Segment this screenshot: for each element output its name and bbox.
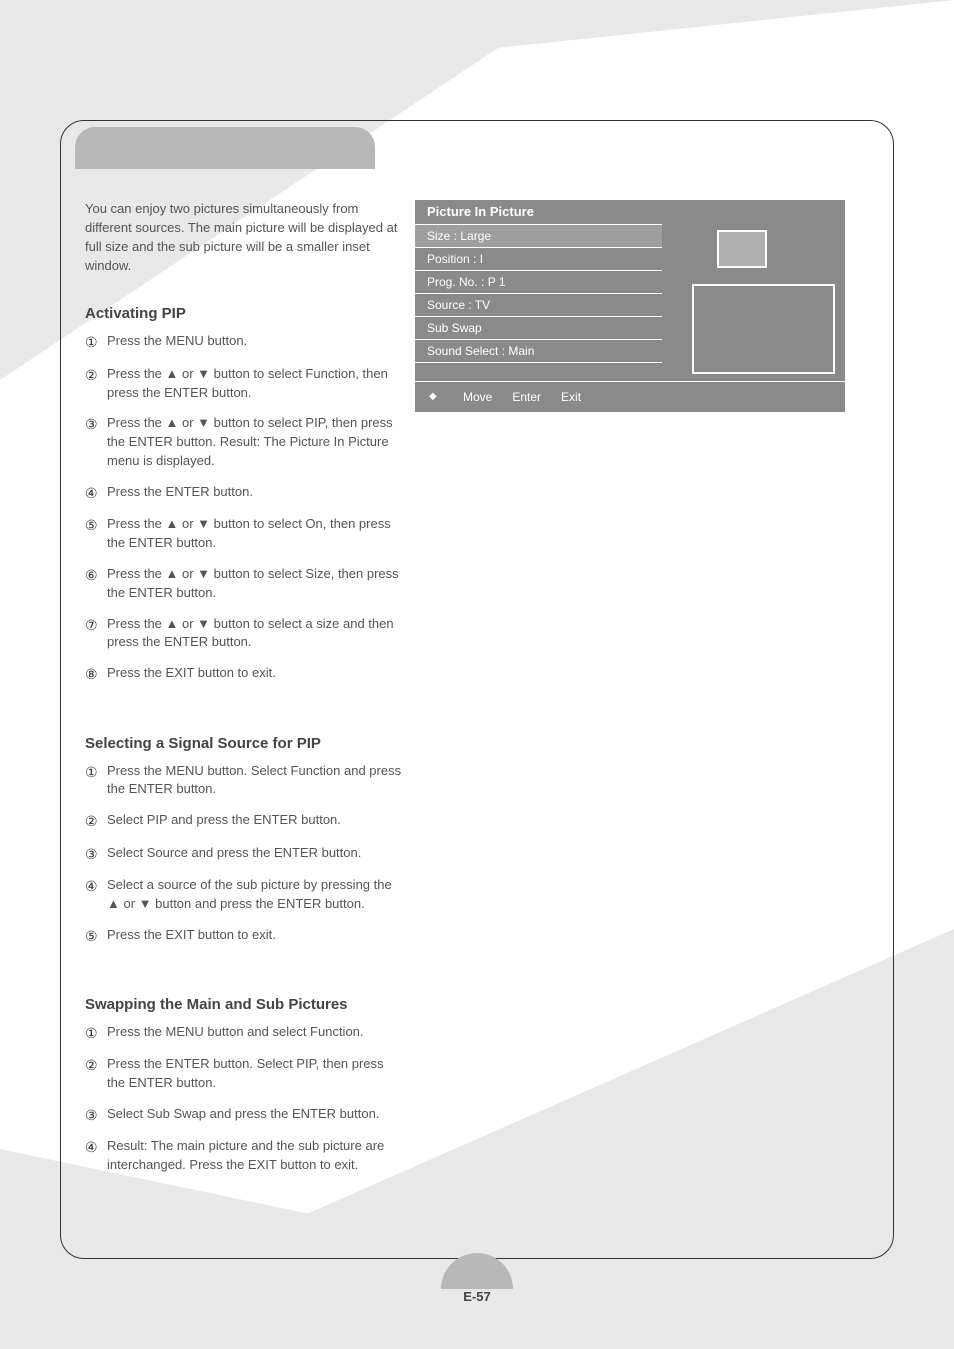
circled-3-icon: ③ bbox=[85, 414, 107, 471]
osd-row-size: Size : Large bbox=[415, 225, 662, 247]
step-item: ⑤Press the ▲ or ▼ button to select On, t… bbox=[85, 515, 405, 553]
nav-arrows-icon bbox=[425, 388, 443, 406]
circled-4-icon: ④ bbox=[85, 483, 107, 503]
footer-move: Move bbox=[463, 390, 492, 404]
circled-1-icon: ① bbox=[85, 762, 107, 800]
steps-list: ①Press the MENU button. Select Function … bbox=[85, 762, 405, 946]
pip-preview-small bbox=[717, 230, 767, 268]
step-item: ③Select Sub Swap and press the ENTER but… bbox=[85, 1105, 405, 1125]
circled-2-icon: ② bbox=[85, 1055, 107, 1093]
step-item: ⑤Press the EXIT button to exit. bbox=[85, 926, 405, 946]
osd-row-source: Source : TV bbox=[415, 294, 662, 316]
circled-8-icon: ⑧ bbox=[85, 664, 107, 684]
osd-title: Picture In Picture bbox=[415, 200, 534, 224]
steps-list: ①Press the MENU button and select Functi… bbox=[85, 1023, 405, 1175]
circled-7-icon: ⑦ bbox=[85, 615, 107, 653]
step-item: ②Select PIP and press the ENTER button. bbox=[85, 811, 405, 831]
osd-panel: Picture In Picture Size : Large Position… bbox=[415, 200, 845, 412]
step-item: ①Press the MENU button and select Functi… bbox=[85, 1023, 405, 1043]
section-heading: Activating PIP bbox=[85, 305, 405, 322]
osd-preview-pane bbox=[662, 224, 845, 381]
osd-row-position: Position : I bbox=[415, 248, 662, 270]
footer-exit: Exit bbox=[561, 390, 581, 404]
step-item: ④Select a source of the sub picture by p… bbox=[85, 876, 405, 914]
osd-header: Picture In Picture bbox=[415, 200, 845, 224]
circled-6-icon: ⑥ bbox=[85, 565, 107, 603]
osd-subrow bbox=[415, 363, 662, 381]
osd-menu-left: Size : Large Position : I Prog. No. : P … bbox=[415, 224, 662, 381]
osd-row-subswap: Sub Swap bbox=[415, 317, 662, 339]
circled-1-icon: ① bbox=[85, 1023, 107, 1043]
step-item: ④Press the ENTER button. bbox=[85, 483, 405, 503]
intro-text: You can enjoy two pictures simultaneousl… bbox=[85, 200, 405, 275]
footer-enter: Enter bbox=[512, 390, 541, 404]
step-item: ②Press the ▲ or ▼ button to select Funct… bbox=[85, 365, 405, 403]
circled-5-icon: ⑤ bbox=[85, 515, 107, 553]
circled-5-icon: ⑤ bbox=[85, 926, 107, 946]
circled-4-icon: ④ bbox=[85, 876, 107, 914]
circled-4-icon: ④ bbox=[85, 1137, 107, 1175]
pip-preview-large bbox=[692, 284, 835, 374]
circled-2-icon: ② bbox=[85, 365, 107, 403]
circled-3-icon: ③ bbox=[85, 1105, 107, 1125]
step-item: ③Select Source and press the ENTER butto… bbox=[85, 844, 405, 864]
step-item: ⑦Press the ▲ or ▼ button to select a siz… bbox=[85, 615, 405, 653]
page-number: E-57 bbox=[0, 1289, 954, 1304]
step-item: ③Press the ▲ or ▼ button to select PIP, … bbox=[85, 414, 405, 471]
step-item: ⑧Press the EXIT button to exit. bbox=[85, 664, 405, 684]
section-tab bbox=[75, 127, 375, 169]
osd-row-prog: Prog. No. : P 1 bbox=[415, 271, 662, 293]
circled-2-icon: ② bbox=[85, 811, 107, 831]
step-item: ②Press the ENTER button. Select PIP, the… bbox=[85, 1055, 405, 1093]
step-item: ④Result: The main picture and the sub pi… bbox=[85, 1137, 405, 1175]
osd-body: Size : Large Position : I Prog. No. : P … bbox=[415, 224, 845, 381]
section-heading: Selecting a Signal Source for PIP bbox=[85, 735, 405, 752]
step-item: ①Press the MENU button. bbox=[85, 332, 405, 352]
osd-row-sound: Sound Select : Main bbox=[415, 340, 662, 362]
circled-1-icon: ① bbox=[85, 332, 107, 352]
steps-list: ①Press the MENU button. ②Press the ▲ or … bbox=[85, 332, 405, 684]
circled-3-icon: ③ bbox=[85, 844, 107, 864]
step-item: ⑥Press the ▲ or ▼ button to select Size,… bbox=[85, 565, 405, 603]
main-content: You can enjoy two pictures simultaneousl… bbox=[85, 200, 405, 1187]
osd-footer: Move Enter Exit bbox=[415, 382, 845, 412]
section-heading: Swapping the Main and Sub Pictures bbox=[85, 996, 405, 1013]
step-item: ①Press the MENU button. Select Function … bbox=[85, 762, 405, 800]
